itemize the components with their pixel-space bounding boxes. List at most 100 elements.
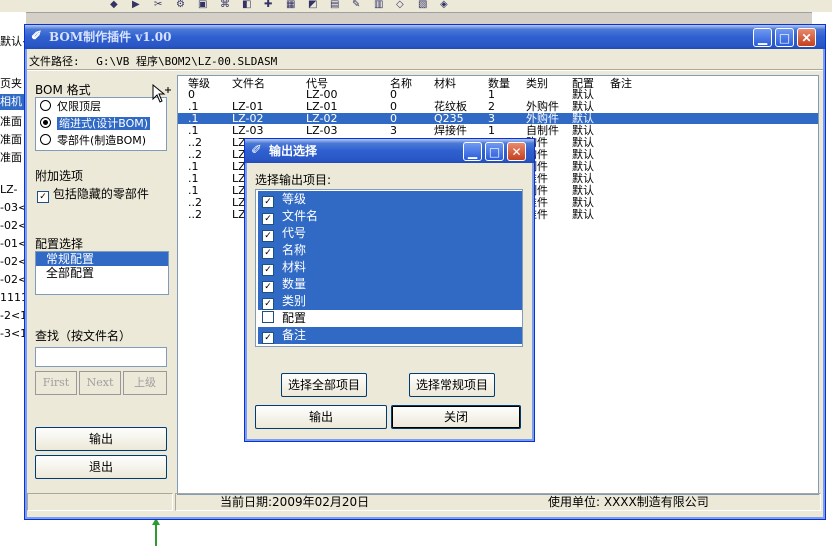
output-field-item[interactable]: ✓ 数量 [258, 276, 522, 293]
config-listbox[interactable]: 常规配置 全部配置 [35, 251, 169, 295]
column-header[interactable]: 备注 [610, 78, 632, 89]
output-fields-list[interactable]: ✓ 等级 ✓ 文件名 ✓ 代号 ✓ 名称 ✓ 材料 ✓ 数量 ✓ 类别 配置 ✓ 备注 [255, 189, 523, 347]
table-row[interactable]: .1 LZ-02 LZ-02 0 Q235 3 外购件 默认 [178, 113, 818, 124]
feature-tree-item[interactable]: 相机 [0, 94, 26, 110]
checkbox-icon[interactable]: ✓ [262, 196, 274, 208]
checkbox-icon[interactable] [262, 311, 274, 323]
toolbar-tool-icon[interactable]: ✂ [154, 0, 162, 10]
feature-tree-item[interactable]: 准面 [0, 150, 26, 166]
close-button[interactable]: ✕ [797, 28, 816, 47]
minimize-button[interactable]: ▁ [753, 28, 772, 47]
checkbox-icon[interactable]: ✓ [262, 230, 274, 242]
output-field-item[interactable]: 配置 [258, 310, 522, 327]
parent-button[interactable]: 上级 [123, 371, 167, 395]
checkbox-icon[interactable]: ✓ [262, 264, 274, 276]
toolbar-tool-icon[interactable]: ◩ [308, 0, 317, 10]
output-field-label: 类别 [282, 294, 307, 308]
table-cell: LZ-02 [232, 112, 264, 125]
feature-tree-item[interactable]: 准面 [0, 114, 26, 130]
table-row[interactable]: 0 LZ-00 0 1 默认 [178, 89, 818, 100]
feature-tree-item[interactable]: -03< [0, 200, 26, 216]
bom-format-option[interactable]: 缩进式(设计BOM) [38, 116, 164, 132]
toolbar-tool-icon[interactable]: ✚ [264, 0, 272, 10]
table-row[interactable]: .1 LZ-03 LZ-03 3 焊接件 1 自制件 默认 [178, 125, 818, 136]
feature-tree-item[interactable]: -02< [0, 254, 26, 270]
toolbar-tool-icon[interactable]: ▶ [132, 0, 140, 10]
toolbar-tool-icon[interactable]: ⚙ [176, 0, 185, 10]
table-row[interactable]: .1 LZ-01 LZ-01 0 花纹板 2 外购件 默认 [178, 101, 818, 112]
maximize-button[interactable]: □ [775, 28, 794, 47]
table-cell: .1 [188, 184, 199, 197]
table-cell: 焊接件 [434, 124, 467, 137]
checkbox-icon[interactable]: ✓ [262, 281, 274, 293]
toolbar-tool-icon[interactable]: ▥ [374, 0, 383, 10]
output-field-item[interactable]: ✓ 文件名 [258, 208, 522, 225]
feature-tree-item[interactable]: 页夹 [0, 76, 26, 92]
table-cell: Q235 [434, 112, 464, 125]
bom-format-option[interactable]: 仅限顶层 [38, 99, 164, 115]
toolbar-tool-icon[interactable]: ▤ [330, 0, 339, 10]
checkbox-icon[interactable]: ✓ [262, 213, 274, 225]
config-list-item[interactable]: 常规配置 [36, 252, 168, 266]
toolbar-tool-icon[interactable]: ◆ [110, 0, 118, 10]
toolbar-tool-icon[interactable]: ◧ [242, 0, 251, 10]
feature-tree-item[interactable]: -2<1 [0, 308, 26, 324]
table-cell: 默认 [572, 148, 594, 161]
table-cell: 0 [390, 100, 397, 113]
include-hidden-label: 包括隐藏的零部件 [52, 187, 149, 201]
checkbox-icon[interactable]: ✓ [262, 247, 274, 259]
dialog-minimize-button[interactable]: ▁ [463, 142, 482, 161]
output-field-item[interactable]: ✓ 材料 [258, 259, 522, 276]
bom-format-option[interactable]: 零部件(制造BOM) [38, 133, 164, 149]
feature-tree-item[interactable]: -02< [0, 272, 26, 288]
feature-tree-item[interactable]: -02< [0, 218, 26, 234]
output-field-item[interactable]: ✓ 等级 [258, 191, 522, 208]
output-field-item[interactable]: ✓ 名称 [258, 242, 522, 259]
first-button[interactable]: First [35, 371, 77, 395]
toolbar-tool-icon[interactable]: ▣ [198, 0, 207, 10]
feature-tree-item[interactable]: 准面 [0, 132, 26, 148]
output-field-item[interactable]: ✓ 类别 [258, 293, 522, 310]
dialog-maximize-button[interactable]: □ [485, 142, 504, 161]
radio-button-icon[interactable] [40, 134, 51, 145]
column-header[interactable]: 类别 [526, 78, 548, 89]
dialog-close-button[interactable]: ✕ [507, 142, 526, 161]
feature-tree-item[interactable]: -3<1 [0, 326, 26, 342]
column-header[interactable]: 材料 [434, 78, 456, 89]
checkbox-icon[interactable]: ✓ [262, 298, 274, 310]
output-field-label: 等级 [282, 192, 307, 206]
output-field-label: 代号 [282, 226, 307, 240]
select-common-button[interactable]: 选择常规项目 [409, 373, 495, 397]
feature-tree-item[interactable]: 1111 [0, 290, 26, 306]
radio-button-icon[interactable] [40, 117, 51, 128]
include-hidden-checkbox[interactable]: ✓ 包括隐藏的零部件 [37, 185, 149, 203]
config-list-item[interactable]: 全部配置 [36, 266, 168, 280]
table-cell: 默认 [572, 136, 594, 149]
search-input[interactable] [35, 347, 167, 367]
radio-button-icon[interactable] [40, 100, 51, 111]
output-field-item[interactable]: ✓ 代号 [258, 225, 522, 242]
toolbar-tool-icon[interactable]: ✎ [352, 0, 360, 10]
toolbar-tool-icon[interactable]: ◈ [440, 0, 448, 10]
select-all-button[interactable]: 选择全部项目 [281, 373, 367, 397]
toolbar-tool-icon[interactable]: ◇ [396, 0, 404, 10]
output-field-item[interactable]: ✓ 备注 [258, 327, 522, 344]
checkbox-icon[interactable]: ✓ [262, 332, 274, 344]
next-button[interactable]: Next [79, 371, 121, 395]
exit-button[interactable]: 退出 [35, 455, 167, 479]
checkbox-icon[interactable]: ✓ [37, 191, 49, 203]
toolbar-tool-icon[interactable]: ▦ [286, 0, 295, 10]
toolbar-tool-icon[interactable]: ⌘ [220, 0, 230, 10]
output-field-label: 名称 [282, 243, 307, 257]
dialog-close-action-button[interactable]: 关闭 [391, 405, 521, 429]
dialog-title-bar[interactable]: ✐ 输出选择 ▁ □ ✕ [245, 139, 534, 163]
feature-tree-item[interactable]: 默认< [0, 34, 26, 50]
dialog-output-button[interactable]: 输出 [255, 405, 387, 429]
main-title-bar[interactable]: ✐ BOM制作插件 v1.00 ▁ □ ✕ [25, 25, 825, 49]
toolbar-tool-icon[interactable]: ▧ [418, 0, 427, 10]
app-logo-icon: ✐ [251, 143, 262, 158]
feature-tree-item[interactable]: LZ- [0, 182, 26, 198]
column-header[interactable]: 文件名 [232, 78, 265, 89]
output-button[interactable]: 输出 [35, 427, 167, 451]
feature-tree-item[interactable]: -01< [0, 236, 26, 252]
